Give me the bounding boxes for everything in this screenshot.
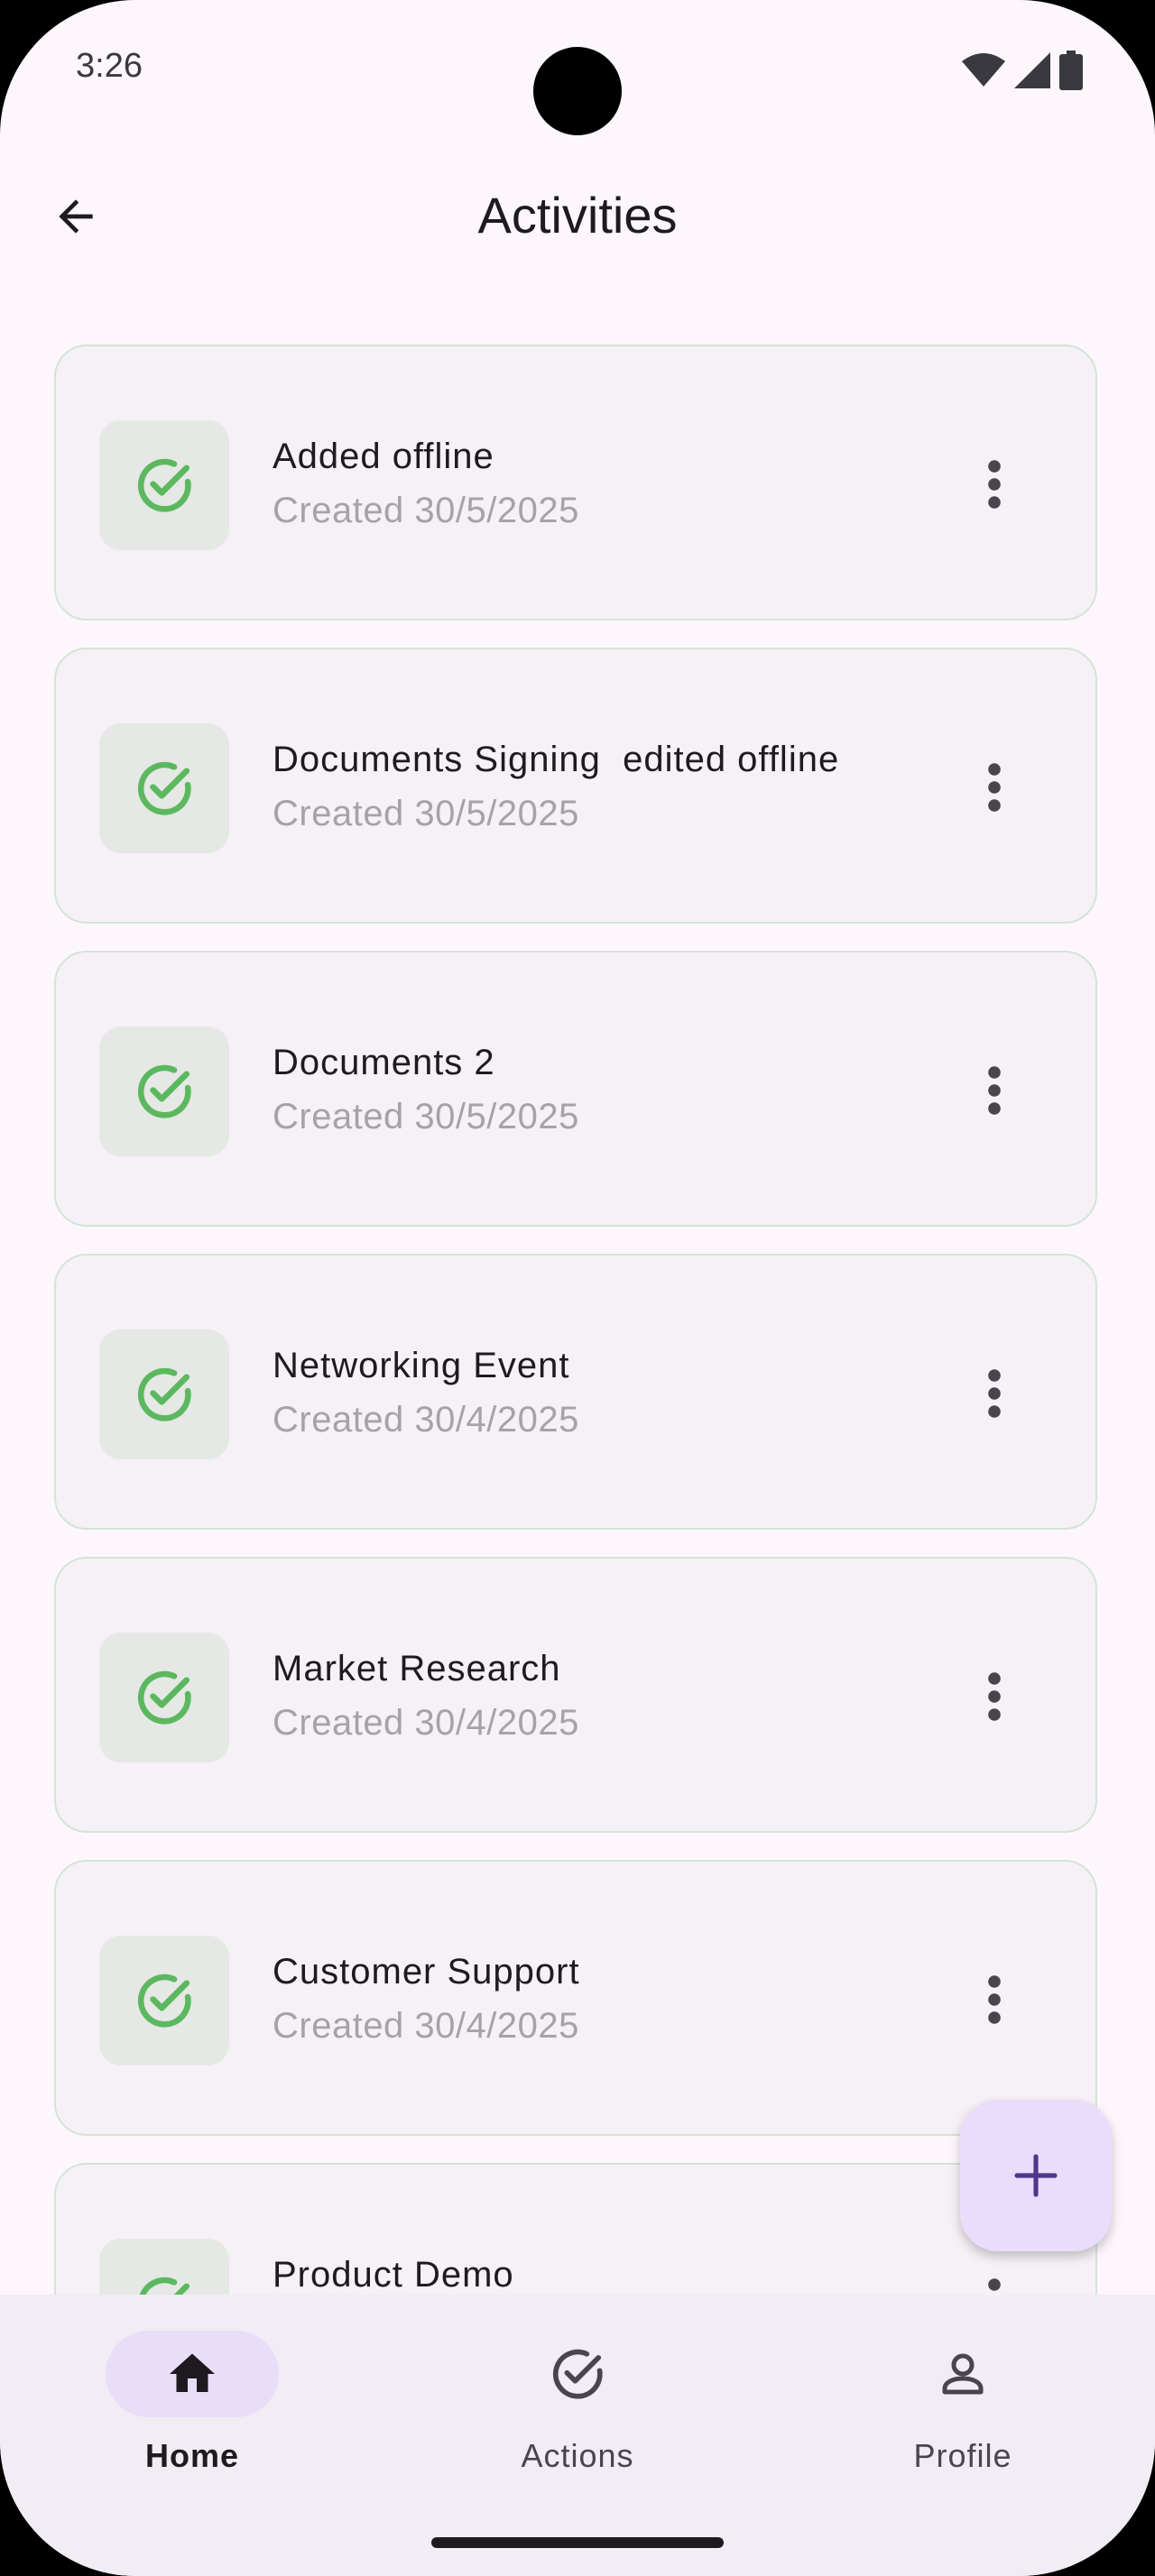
activity-created-date: Created 30/5/2025 [273, 1097, 579, 1136]
status-bar: 3:26 [0, 0, 1155, 135]
more-options-button[interactable] [958, 1959, 1030, 2040]
activity-title: Customer Support [273, 1952, 580, 1992]
status-icons [962, 51, 1083, 90]
activity-created-date: Created 30/5/2025 [273, 794, 579, 833]
more-options-button[interactable] [958, 2262, 1030, 2295]
home-indicator[interactable] [431, 2537, 724, 2548]
check-circle-icon [137, 1064, 191, 1118]
page-title: Activities [477, 187, 678, 244]
nav-icon-container [876, 2331, 1049, 2417]
nav-label-profile: Profile [913, 2437, 1012, 2474]
nav-item-profile[interactable]: Profile [827, 2331, 1098, 2493]
more-vert-icon [988, 460, 1001, 509]
battery-icon [1059, 51, 1083, 90]
person-icon [942, 2353, 984, 2395]
activity-card[interactable]: Customer Support Created 30/4/2025 [54, 1860, 1097, 2136]
activity-status-badge [99, 723, 229, 853]
activity-title: Added offline [273, 437, 494, 476]
activity-list: Added offline Created 30/5/2025 Document… [0, 345, 1155, 2295]
nav-label-actions: Actions [521, 2437, 634, 2474]
more-vert-icon [988, 1066, 1001, 1115]
activity-title: Product Demo [273, 2255, 514, 2295]
activity-status-badge [99, 1936, 229, 2065]
activity-status-badge [99, 1329, 229, 1459]
activity-created-date: Created 30/4/2025 [273, 2006, 579, 2046]
more-vert-icon [988, 1975, 1001, 2024]
activity-card[interactable]: Added offline Created 30/5/2025 [54, 345, 1097, 621]
home-icon [170, 2353, 215, 2392]
check-circle-icon [552, 2349, 603, 2399]
more-options-button[interactable] [958, 1656, 1030, 1737]
activity-status-badge [99, 1026, 229, 1156]
status-time: 3:26 [76, 47, 143, 85]
more-vert-icon [988, 1672, 1001, 1721]
wifi-icon [962, 53, 1005, 87]
activity-status-badge [99, 420, 229, 550]
activity-created-date: Created 30/5/2025 [273, 491, 579, 530]
activity-card[interactable]: Product Demo [54, 2163, 1097, 2295]
more-options-button[interactable] [958, 1050, 1030, 1131]
app-bar: Activities [0, 162, 1155, 271]
activity-title: Documents Signing edited offline [273, 740, 840, 779]
check-circle-icon [137, 1670, 191, 1725]
check-circle-icon [137, 761, 191, 815]
activity-title: Market Research [273, 1649, 561, 1688]
more-options-button[interactable] [958, 747, 1030, 828]
more-vert-icon [988, 1369, 1001, 1418]
add-activity-button[interactable] [960, 2100, 1112, 2251]
activity-card[interactable]: Networking Event Created 30/4/2025 [54, 1254, 1097, 1530]
check-circle-icon [139, 2277, 190, 2295]
camera-cutout [533, 47, 622, 135]
check-circle-icon [137, 1973, 191, 2028]
activity-status-badge [99, 1633, 229, 1762]
activity-card[interactable]: Documents Signing edited offline Created… [54, 648, 1097, 924]
nav-item-actions[interactable]: Actions [442, 2331, 713, 2493]
add-icon [1014, 2154, 1058, 2197]
activity-card[interactable]: Market Research Created 30/4/2025 [54, 1557, 1097, 1833]
nav-icon-container [491, 2331, 664, 2417]
activity-card[interactable]: Documents 2 Created 30/5/2025 [54, 951, 1097, 1227]
activity-status-badge [99, 2239, 229, 2295]
cell-signal-icon [1014, 52, 1050, 88]
activity-created-date: Created 30/4/2025 [273, 1400, 579, 1440]
more-vert-icon [988, 763, 1001, 812]
activity-title: Documents 2 [273, 1043, 495, 1082]
more-options-button[interactable] [958, 444, 1030, 525]
check-circle-icon [137, 1367, 191, 1421]
nav-item-home[interactable]: Home [57, 2331, 328, 2493]
activity-created-date: Created 30/4/2025 [273, 1703, 579, 1743]
more-options-button[interactable] [958, 1353, 1030, 1434]
activity-title: Networking Event [273, 1346, 570, 1385]
nav-label-home: Home [144, 2437, 240, 2474]
more-vert-icon [988, 2278, 1001, 2291]
check-circle-icon [137, 458, 191, 512]
bottom-navigation: Home Actions Profile [0, 2295, 1155, 2576]
phone-screen: 3:26 Activities Added offline Created 30… [0, 0, 1155, 2576]
nav-active-indicator [106, 2331, 279, 2417]
